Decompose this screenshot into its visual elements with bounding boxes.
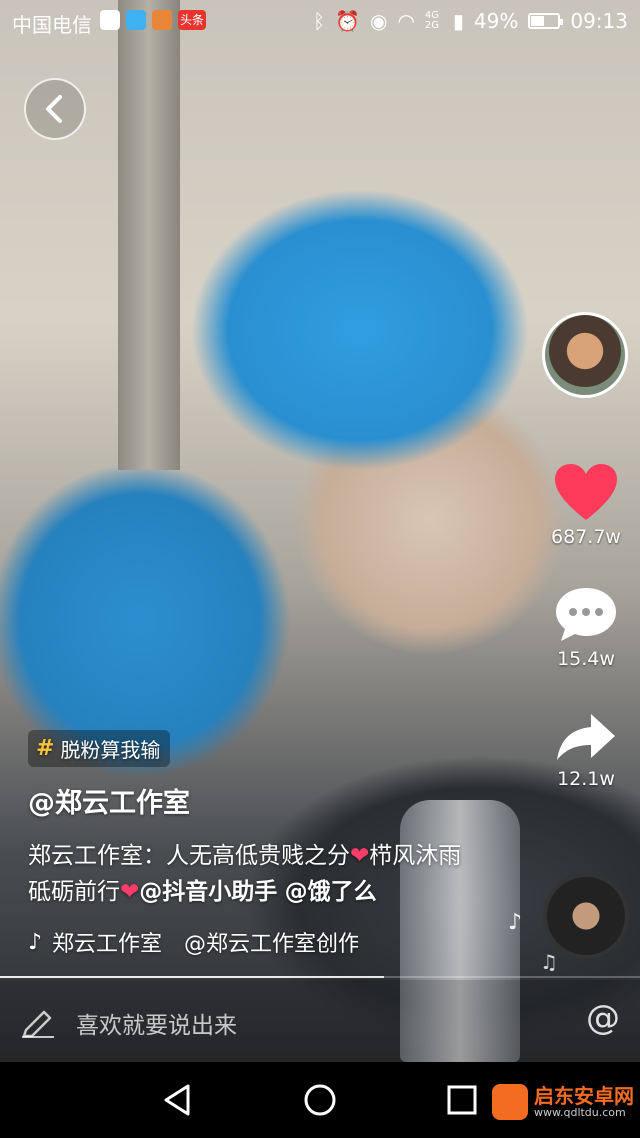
pencil-icon (22, 1010, 54, 1038)
watermark-title: 启东安卓网 (534, 1083, 634, 1108)
nav-back-icon[interactable] (160, 1082, 196, 1118)
douyin-logo-icon: ♪ (28, 929, 43, 955)
site-watermark: 启东安卓网 www.qdltdu.com (492, 1084, 634, 1120)
alarm-icon: ⏰ (335, 9, 360, 33)
watermark-url: www.qdltdu.com (534, 1105, 626, 1119)
nav-home-icon[interactable] (302, 1082, 338, 1118)
mention-link[interactable]: @饿了么 (285, 879, 377, 905)
heart-emoji-icon: ❤ (120, 879, 140, 905)
music-info[interactable]: ♪ 郑云工作室 @郑云工作室创作的原声 (28, 926, 358, 958)
status-right: ᛒ ⏰ ◉ ◠ 4G 2G ▮ 49% 09:13 (313, 9, 628, 33)
status-bar: 中国电信 头条 ᛒ ⏰ ◉ ◠ 4G 2G ▮ 49% 09:13 (0, 0, 640, 42)
video-description: 郑云工作室：人无高低贵贱之分❤栉风沐雨 砥砺前行❤@抖音小助手 @饿了么 (28, 838, 468, 910)
music-title: 郑云工作室 @郑云工作室创作的原声 (52, 932, 358, 957)
comment-input-bar[interactable]: 喜欢就要说出来 @ (0, 980, 640, 1062)
comment-count: 15.4w (557, 648, 615, 670)
share-button[interactable]: 12.1w (540, 710, 632, 790)
background-pole (118, 0, 180, 470)
watermark-logo-icon (492, 1084, 528, 1120)
hashtag-chip[interactable]: # 脱粉算我输 (28, 730, 171, 767)
mention-link[interactable]: @抖音小助手 (139, 879, 277, 905)
heart-pulse-icon (100, 10, 120, 30)
comment-button[interactable]: 15.4w (540, 584, 632, 670)
author-avatar[interactable] (542, 312, 628, 398)
video-caption: # 脱粉算我输 @郑云工作室 郑云工作室：人无高低贵贱之分❤栉风沐雨 砥砺前行❤… (28, 730, 468, 958)
comment-placeholder[interactable]: 喜欢就要说出来 (76, 1006, 237, 1040)
carrier-label: 中国电信 (12, 13, 92, 37)
clock: 09:13 (570, 9, 628, 33)
nav-recents-icon[interactable] (444, 1082, 480, 1118)
app-icon-video (126, 10, 146, 30)
network-label: 4G 2G (424, 10, 440, 31)
like-count: 687.7w (551, 526, 621, 548)
share-count: 12.1w (557, 768, 615, 790)
video-progress (0, 976, 640, 978)
wifi-icon: ◠ (397, 9, 415, 33)
mention-at-button[interactable]: @ (586, 998, 620, 1038)
eye-icon: ◉ (369, 9, 388, 33)
description-text: 郑云工作室：人无高低贵贱之分 (28, 843, 350, 869)
like-button[interactable]: 687.7w (540, 462, 632, 548)
video-progress-fill (0, 976, 384, 978)
signal-icon: ▮ (452, 9, 464, 33)
share-arrow-icon (557, 714, 615, 760)
notification-icons: 头条 (100, 10, 207, 30)
bluetooth-icon: ᛒ (313, 9, 326, 33)
heart-emoji-icon: ❤ (350, 843, 370, 869)
music-note-icon: ♪ (508, 910, 523, 935)
author-name[interactable]: @郑云工作室 (28, 781, 468, 820)
back-button[interactable] (24, 78, 86, 140)
chevron-left-icon (46, 95, 62, 123)
battery-icon (528, 13, 564, 29)
hashtag-icon: # (36, 736, 55, 761)
hashtag-label: 脱粉算我输 (60, 738, 161, 762)
app-icon-shop (152, 10, 172, 30)
battery-percent: 49% (473, 9, 519, 33)
toutiao-icon: 头条 (178, 10, 207, 30)
music-note-icon: ♫ (540, 950, 558, 974)
heart-icon (555, 464, 617, 520)
music-disc[interactable] (543, 873, 629, 959)
comment-bubble-icon (556, 588, 616, 641)
